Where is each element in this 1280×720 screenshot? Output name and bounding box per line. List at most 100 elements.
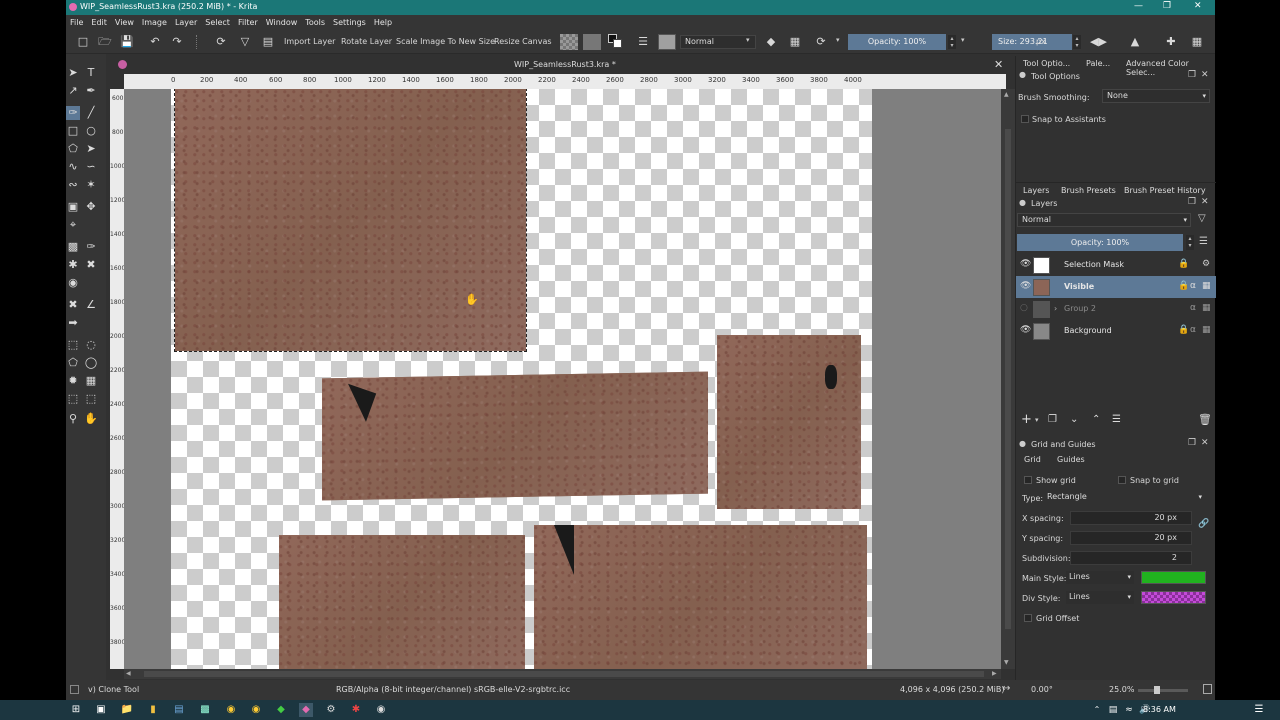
chrome-alt-icon[interactable]: ◉ [249, 703, 263, 717]
app-icon[interactable]: ▩ [198, 703, 212, 717]
close-document-icon[interactable]: ✕ [994, 58, 1003, 71]
layer-row-visible[interactable]: 👁 Visible 🔒 α ▦ [1016, 276, 1216, 298]
new-document-icon[interactable]: □ [76, 35, 90, 49]
fill-tool-icon[interactable]: ◉ [66, 276, 80, 290]
link-spacing-icon[interactable]: 🔗 [1198, 519, 1209, 529]
task-view-icon[interactable]: ▣ [94, 703, 108, 717]
transform-icon[interactable]: ⟳ [214, 35, 228, 49]
layers-menu-icon[interactable]: ☰ [1199, 236, 1208, 247]
mirror-horizontal-icon[interactable]: ◀▶ [1090, 35, 1107, 49]
rust-texture-piece[interactable] [717, 335, 861, 509]
lock-icon[interactable]: 🔒 [1178, 325, 1189, 335]
horizontal-scrollbar[interactable]: ◀ ▶ [124, 669, 1001, 679]
rust-texture-piece[interactable] [279, 535, 525, 669]
pan-tool-icon[interactable]: ✋ [84, 412, 98, 426]
menu-tools[interactable]: Tools [305, 18, 325, 27]
bezier-tool-icon[interactable]: ∿ [66, 160, 80, 174]
filter-icon[interactable]: ▽ [238, 35, 252, 49]
delete-layer-icon[interactable]: 🗑 [1198, 413, 1212, 426]
visibility-eye-icon[interactable]: 👁 [1020, 281, 1032, 291]
color-space-status[interactable]: RGB/Alpha (8-bit integer/channel) sRGB-e… [336, 685, 570, 694]
layer-row-selection-mask[interactable]: 👁 Selection Mask 🔒 ⚙ [1016, 254, 1216, 276]
snap-assistants-checkbox[interactable] [1021, 115, 1029, 123]
tab-brush-preset-history[interactable]: Brush Preset History [1124, 186, 1206, 195]
krita-taskbar-icon[interactable]: ◆ [299, 703, 313, 717]
visibility-eye-icon[interactable]: 👁 [1020, 259, 1032, 269]
rotation-status[interactable]: 0.00° [1031, 685, 1053, 694]
dynamic-brush-tool-icon[interactable]: ∾ [66, 178, 80, 192]
tab-guides[interactable]: Guides [1057, 455, 1085, 464]
close-docker-icon[interactable]: ✕ [1201, 70, 1209, 80]
move-layer-down-icon[interactable]: ⌄ [1070, 414, 1078, 425]
menu-select[interactable]: Select [205, 18, 230, 27]
scroll-up-icon[interactable]: ▲ [1004, 91, 1009, 98]
rust-texture-piece[interactable] [174, 89, 527, 352]
workspace-icon[interactable]: ▦ [1190, 35, 1204, 49]
menu-settings[interactable]: Settings [333, 18, 366, 27]
chrome-icon[interactable]: ◉ [224, 703, 238, 717]
polyline-tool-icon[interactable]: ➤ [84, 142, 98, 156]
size-spin-arrows[interactable]: ▴ ▾ [1073, 35, 1081, 49]
div-color-swatch[interactable] [1141, 591, 1206, 604]
settings-gear-icon[interactable]: ⚙ [324, 703, 338, 717]
minimize-button[interactable]: — [1134, 1, 1143, 11]
app-camera-icon[interactable]: ◉ [374, 703, 388, 717]
menu-image[interactable]: Image [142, 18, 167, 27]
magnetic-select-tool-icon[interactable]: ⬚ [84, 392, 98, 406]
mirror-vertical-icon[interactable]: ▲ [1128, 35, 1142, 49]
float-docker-icon[interactable]: ❐ [1188, 197, 1196, 207]
move-layer-up-icon[interactable]: ⌃ [1092, 414, 1100, 425]
layer-filter-icon[interactable]: ▽ [1198, 213, 1206, 224]
menu-view[interactable]: View [115, 18, 134, 27]
alpha-lock-icon[interactable]: ▦ [788, 35, 802, 49]
inherit-alpha-icon[interactable]: ▦ [1202, 303, 1211, 313]
opacity-spin-arrows[interactable]: ▴ ▾ [948, 35, 956, 49]
wrap-around-icon[interactable]: ✚ [1164, 35, 1178, 49]
x-spacing-input[interactable]: 20 px [1070, 511, 1192, 525]
move-tool-icon[interactable]: ✥ [84, 200, 98, 214]
windows-start-icon[interactable]: ⊞ [69, 703, 83, 717]
reload-preset-icon[interactable]: ⟳ [814, 35, 828, 49]
brush-size-slider[interactable]: Size: 293.21 [992, 34, 1072, 50]
color-picker-tool-icon[interactable]: ✑ [84, 240, 98, 254]
brush-smoothing-select[interactable]: None ▾ [1102, 89, 1210, 103]
polygon-tool-icon[interactable]: ⬠ [66, 142, 80, 156]
div-style-select[interactable]: Lines ▾ [1066, 591, 1134, 604]
chevron-up-icon[interactable]: ⌃ [1090, 703, 1104, 717]
rust-texture-piece[interactable] [534, 525, 867, 669]
notifications-icon[interactable]: ☰ [1252, 703, 1266, 717]
maximize-button[interactable]: ❐ [1163, 1, 1171, 11]
lock-icon[interactable]: 🔒 [1178, 259, 1189, 269]
colorize-mask-tool-icon[interactable]: ✱ [66, 258, 80, 272]
alpha-lock-icon[interactable]: α [1190, 281, 1196, 291]
freehand-path-tool-icon[interactable]: ∽ [84, 160, 98, 174]
gradient-tool-icon[interactable]: ▩ [66, 240, 80, 254]
close-docker-icon[interactable]: ✕ [1201, 438, 1209, 448]
ellipse-tool-icon[interactable]: ○ [84, 124, 98, 138]
menu-help[interactable]: Help [374, 18, 392, 27]
brush-preset-icon[interactable] [658, 34, 676, 50]
main-style-select[interactable]: Lines ▾ [1066, 571, 1134, 584]
float-docker-icon[interactable]: ❐ [1188, 438, 1196, 448]
network-icon[interactable]: ▤ [1106, 703, 1120, 717]
brush-settings-icon[interactable]: ☰ [636, 35, 650, 49]
zoom-slider-handle[interactable] [1154, 686, 1160, 694]
layer-row-group-2[interactable]: ○ › Group 2 α ▦ [1016, 298, 1216, 320]
alpha-lock-icon[interactable]: α [1190, 325, 1196, 335]
duplicate-layer-icon[interactable]: ❐ [1048, 414, 1057, 425]
wifi-icon[interactable]: ≈ [1122, 703, 1136, 717]
calligraphy-tool-icon[interactable]: ✒ [84, 84, 98, 98]
inherit-alpha-icon[interactable]: ▦ [1202, 325, 1211, 335]
reference-tool-icon[interactable]: ➡ [66, 316, 80, 330]
notes-app-icon[interactable]: ▤ [172, 703, 186, 717]
add-layer-icon[interactable]: + [1021, 412, 1032, 427]
float-docker-icon[interactable]: ❐ [1188, 70, 1196, 80]
resize-canvas-button[interactable]: Resize Canvas [494, 35, 552, 49]
import-layer-button[interactable]: Import Layer [284, 35, 335, 49]
chevron-down-icon[interactable]: ▾ [1035, 416, 1039, 424]
rotate-layer-button[interactable]: Rotate Layer [341, 35, 392, 49]
layer-properties-icon[interactable]: ☰ [1112, 414, 1121, 425]
menu-window[interactable]: Window [266, 18, 298, 27]
zoom-slider[interactable] [1138, 689, 1188, 692]
layer-row-background[interactable]: 👁 Background 🔒 α ▦ [1016, 320, 1216, 342]
